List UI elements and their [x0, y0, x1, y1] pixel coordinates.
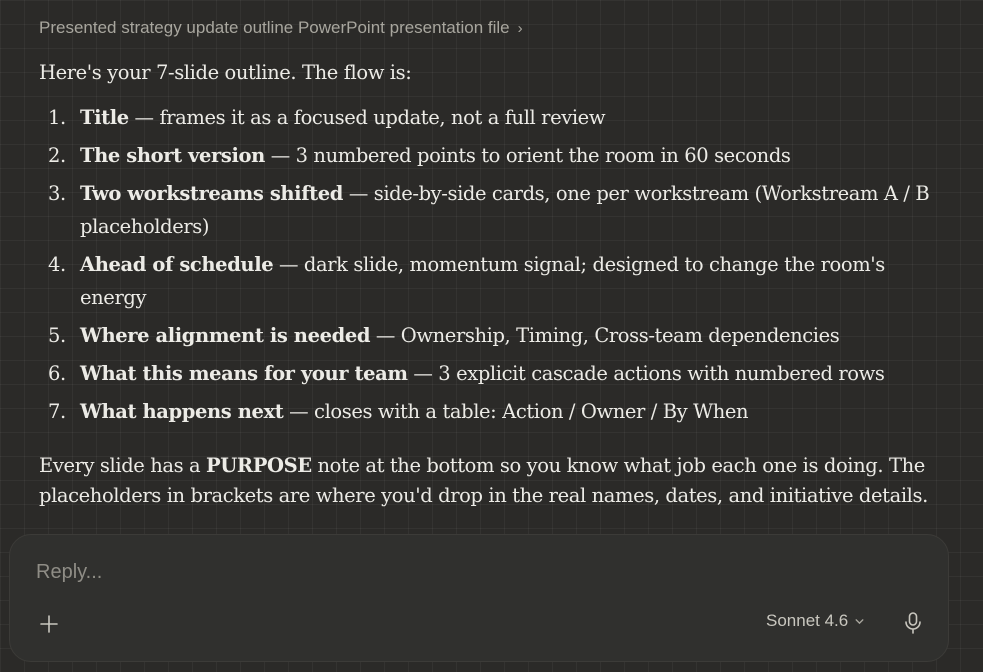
model-selector[interactable]: Sonnet 4.6 [766, 611, 865, 631]
list-item: 4. Ahead of schedule — dark slide, moment… [39, 248, 939, 314]
item-text: — frames it as a focused update, not a f… [128, 106, 606, 129]
outline-list: 1. Title — frames it as a focused update,… [39, 101, 939, 428]
item-text: — 3 numbered points to orient the room i… [264, 144, 791, 167]
list-number: 3. [48, 182, 66, 205]
list-item: 6. What this means for your team — 3 expl… [39, 357, 939, 390]
artifact-title: Presented strategy update outline PowerP… [39, 18, 510, 37]
chevron-down-icon [855, 618, 864, 624]
plus-icon [40, 615, 58, 633]
item-title: What this means for your team [80, 362, 408, 385]
list-number: 6. [48, 362, 66, 385]
list-number: 4. [48, 253, 66, 276]
list-number: 7. [48, 400, 66, 423]
item-title: What happens next [80, 400, 284, 423]
artifact-link[interactable]: Presented strategy update outline PowerP… [39, 18, 523, 38]
message-intro: Here's your 7-slide outline. The flow is… [39, 61, 412, 84]
list-item: 7. What happens next — closes with a tabl… [39, 395, 939, 428]
outro-text-start: Every slide has a [39, 454, 207, 477]
list-number: 1. [48, 106, 66, 129]
message-outro: Every slide has a PURPOSE note at the bo… [39, 451, 939, 511]
assistant-message: Here's your 7-slide outline. The flow is… [39, 56, 939, 511]
voice-input-button[interactable] [900, 609, 926, 637]
item-title: Title [80, 106, 129, 129]
list-item: 3. Two workstreams shifted — side-by-side… [39, 177, 939, 243]
microphone-icon [905, 612, 921, 634]
item-title: Two workstreams shifted [80, 182, 344, 205]
list-number: 5. [48, 324, 66, 347]
add-attachment-button[interactable] [34, 609, 64, 639]
reply-composer: Reply... Sonnet 4.6 [9, 534, 949, 662]
list-number: 2. [48, 144, 66, 167]
list-item: 5. Where alignment is needed — Ownership,… [39, 319, 939, 352]
list-item: 1. Title — frames it as a focused update,… [39, 101, 939, 134]
chevron-right-icon: › [517, 19, 523, 37]
item-title: Ahead of schedule [80, 253, 274, 276]
list-item: 2. The short version — 3 numbered points … [39, 139, 939, 172]
item-text: — closes with a table: Action / Owner / … [283, 400, 749, 423]
reply-input[interactable]: Reply... [36, 561, 102, 584]
item-title: The short version [80, 144, 265, 167]
model-label: Sonnet 4.6 [766, 611, 849, 630]
item-title: Where alignment is needed [80, 324, 371, 347]
item-text: — 3 explicit cascade actions with number… [407, 362, 885, 385]
outro-bold: PURPOSE [206, 454, 312, 477]
item-text: — Ownership, Timing, Cross-team dependen… [370, 324, 840, 347]
